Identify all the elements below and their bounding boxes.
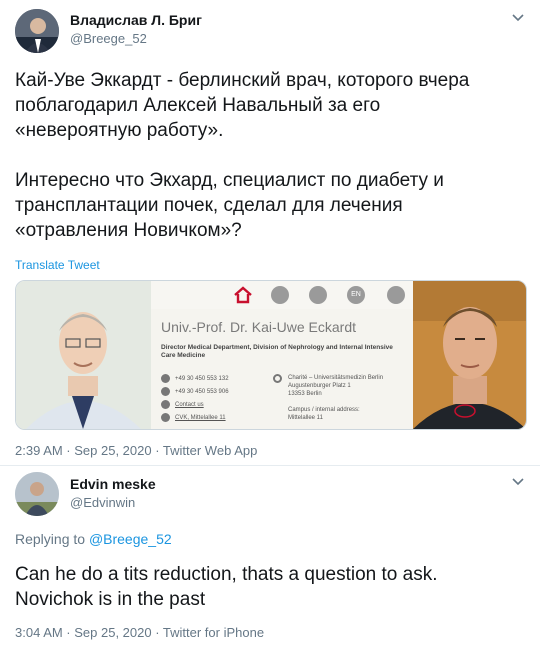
- author-avatar[interactable]: [15, 9, 59, 53]
- reply-author-avatar[interactable]: [15, 472, 59, 516]
- reply-author-handle[interactable]: @Edvinwin: [70, 495, 135, 510]
- professor-position: Director Medical Department, Division of…: [161, 344, 393, 359]
- address-line-3: 13353 Berlin: [288, 391, 322, 397]
- address-line-2: Augustenburger Platz 1: [288, 383, 351, 389]
- author-handle[interactable]: @Breege_52: [70, 31, 147, 46]
- tweet-divider: [0, 465, 540, 466]
- location-icon: [273, 374, 282, 383]
- fax-number: +49 30 450 553 906: [175, 389, 229, 395]
- phone-number: +49 30 450 553 132: [175, 376, 229, 382]
- language-code: EN: [351, 291, 361, 298]
- home-icon: [234, 286, 252, 304]
- profile-webpage: EN Univ.-Prof. Dr. Kai-Uwe Eckardt Direc…: [151, 281, 413, 429]
- link-small-icon: [161, 413, 170, 422]
- translate-tweet-link[interactable]: Translate Tweet: [15, 258, 100, 272]
- reply-text: Can he do a tits reduction, thats a ques…: [15, 564, 438, 610]
- avatar-photo-icon: [15, 9, 59, 53]
- top-nav: EN: [151, 281, 413, 309]
- navalny-photo: [413, 281, 526, 429]
- settings-icon: [309, 286, 327, 304]
- reply-author-name[interactable]: Edvin meske: [70, 476, 156, 492]
- avatar-photo-icon: [15, 472, 59, 516]
- tweet-timestamp[interactable]: 2:39 AM · Sep 25, 2020 · Twitter Web App: [15, 443, 257, 458]
- fax-icon: [161, 387, 170, 396]
- mail-icon: [271, 286, 289, 304]
- tweet-media[interactable]: EN Univ.-Prof. Dr. Kai-Uwe Eckardt Direc…: [15, 280, 527, 430]
- mail-small-icon: [161, 400, 170, 409]
- reply-timestamp[interactable]: 3:04 AM · Sep 25, 2020 · Twitter for iPh…: [15, 625, 264, 640]
- campus-line-1: Campus / internal address:: [288, 407, 360, 413]
- professor-title: Univ.-Prof. Dr. Kai-Uwe Eckardt: [161, 319, 357, 335]
- contact-link: Contact us: [175, 402, 204, 408]
- chevron-down-icon[interactable]: [511, 477, 525, 487]
- author-name[interactable]: Владислав Л. Бриг: [70, 12, 202, 28]
- phone-icon: [161, 374, 170, 383]
- campus-line-2: Mittelallee 11: [288, 415, 323, 421]
- cvk-link: CVK, Mittelallee 11: [175, 415, 226, 421]
- chevron-down-icon[interactable]: [511, 13, 525, 23]
- replying-handle-link[interactable]: @Breege_52: [89, 531, 172, 547]
- replying-prefix: Replying to: [15, 531, 86, 547]
- language-icon: EN: [347, 286, 365, 304]
- replying-to: Replying to @Breege_52: [15, 531, 172, 547]
- address-line-1: Charité – Universitätsmedizin Berlin: [288, 375, 384, 381]
- doctor-photo: [16, 281, 151, 429]
- search-icon: [387, 286, 405, 304]
- tweet-text: Кай-Уве Эккардт - берлинский врач, котор…: [15, 70, 470, 241]
